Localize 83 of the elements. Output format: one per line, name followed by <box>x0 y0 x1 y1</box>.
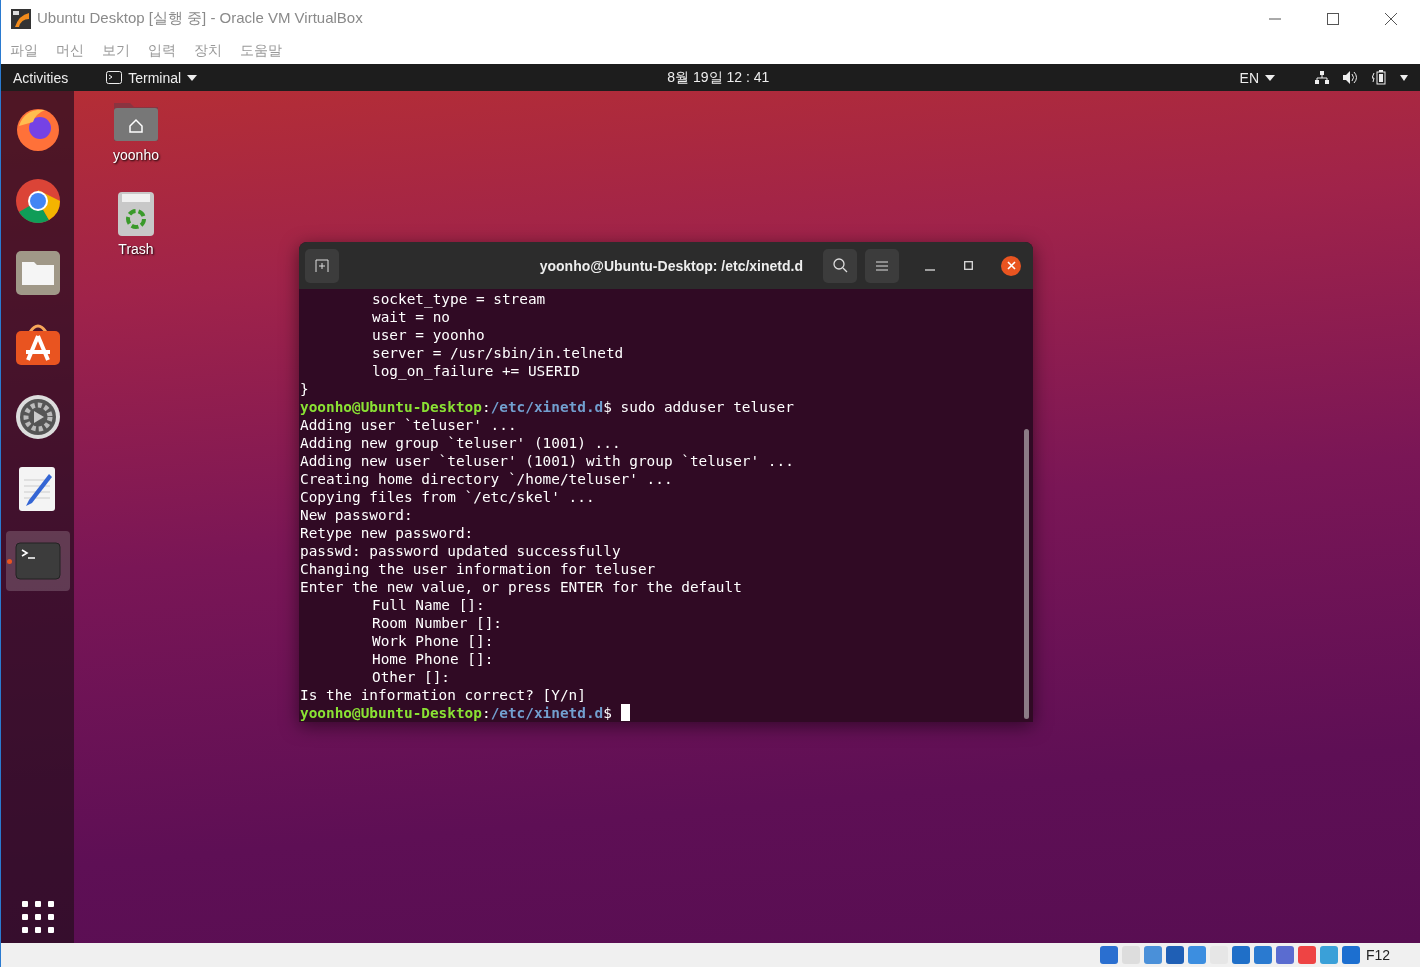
terminal-output-line: New password: <box>300 506 413 524</box>
desktop-icon-label[interactable]: yoonho <box>113 147 159 163</box>
menu-icon <box>876 260 888 271</box>
prompt-path: /etc/xinetd.d <box>490 704 604 722</box>
terminal-output-line: } <box>300 380 309 398</box>
notepad-pencil-icon <box>17 466 58 512</box>
terminal-output-line: Is the information correct? [Y/n] <box>300 686 586 704</box>
prompt-user-host: yoonho@Ubuntu-Desktop <box>300 398 482 416</box>
prompt-colon: : <box>481 398 491 416</box>
terminal-icon <box>106 71 123 84</box>
text-cursor <box>620 704 630 721</box>
running-indicator <box>6 559 12 564</box>
fox-globe-icon <box>14 106 61 152</box>
show-applications-button[interactable] <box>21 901 54 933</box>
window-title: Ubuntu Desktop [실행 중] - Oracle VM VirtualBox <box>37 9 364 28</box>
caret-icon <box>187 74 198 81</box>
terminal-output-line: socket_type = stream <box>372 290 546 308</box>
status-indicator-icon[interactable] <box>1187 946 1206 964</box>
terminal-output-line: log_on_failure += USERID <box>372 362 580 380</box>
terminal-output-line: Creating home directory `/home/teluser' ... <box>300 470 673 488</box>
prompt-command: sudo adduser teluser <box>620 398 794 416</box>
status-indicator-icon[interactable] <box>1165 946 1184 964</box>
clock[interactable]: 8월 19일 12 : 41 <box>209 68 1228 87</box>
app-logo-icon <box>11 8 31 29</box>
terminal-output-line: Changing the user information for teluser <box>300 560 656 578</box>
status-indicator-icon[interactable] <box>1341 946 1360 964</box>
status-indicator-icon[interactable] <box>1297 946 1316 964</box>
minimize-icon <box>1269 17 1281 20</box>
prompt-sign: $ <box>603 398 612 416</box>
terminal-output-line: Retype new password: <box>300 524 474 542</box>
app-menu-button[interactable]: Terminal <box>94 64 210 91</box>
close-icon <box>1006 261 1016 270</box>
host-key-label: F12 <box>1365 947 1390 963</box>
status-indicator-icon[interactable] <box>1099 946 1118 964</box>
search-icon <box>832 258 848 273</box>
terminal-icon <box>14 542 61 580</box>
terminal-output-line: Enter the new value, or press ENTER for the default <box>300 578 742 596</box>
prompt-sign: $ <box>603 704 612 722</box>
terminal-output-line: Room Number []: <box>372 614 502 632</box>
terminal-output-line: Adding user `teluser' ... <box>300 416 517 434</box>
recycle-bin-icon <box>117 191 155 237</box>
activities-button[interactable]: Activities <box>1 64 81 91</box>
terminal-output-line: Adding new group `teluser' (1001) ... <box>300 434 621 452</box>
shopping-bag-icon <box>14 322 61 368</box>
status-indicator-icon[interactable] <box>1143 946 1162 964</box>
search-button[interactable] <box>823 248 857 283</box>
close-icon <box>1385 12 1397 25</box>
minimize-icon <box>925 268 935 271</box>
caret-icon <box>1400 74 1408 81</box>
prompt-path: /etc/xinetd.d <box>490 398 604 416</box>
folder-icon <box>14 250 61 296</box>
browser-wheel-icon <box>14 178 61 224</box>
close-button[interactable] <box>1001 255 1021 276</box>
volume-icon <box>1343 71 1358 84</box>
menu-button[interactable] <box>865 248 899 283</box>
terminal-output-line: passwd: password updated successfully <box>300 542 621 560</box>
terminal-output-line: Other []: <box>372 668 450 686</box>
new-tab-button[interactable] <box>305 248 339 283</box>
terminal-output-line: Work Phone []: <box>372 632 494 650</box>
terminal-output-line: server = /usr/sbin/in.telnetd <box>372 344 624 362</box>
battery-icon <box>1372 70 1386 85</box>
desktop-icon-label[interactable]: Trash <box>118 241 154 257</box>
status-indicator-icon[interactable] <box>1253 946 1272 964</box>
terminal-title: yoonho@Ubuntu-Desktop: /etc/xinetd.d <box>538 257 804 274</box>
prompt-colon: : <box>481 704 491 722</box>
maximize-icon <box>1327 12 1339 25</box>
status-indicator-icon[interactable] <box>1231 946 1250 964</box>
status-indicator-icon[interactable] <box>1319 946 1338 964</box>
terminal-output-line: wait = no <box>372 308 450 326</box>
terminal-output-line: Full Name []: <box>372 596 485 614</box>
terminal-output-line: Home Phone []: <box>372 650 494 668</box>
terminal-output-line: Copying files from `/etc/skel' ... <box>300 488 595 506</box>
terminal-output-line: user = yoonho <box>372 326 485 344</box>
status-indicator-icon[interactable] <box>1275 946 1294 964</box>
terminal-output-line: Adding new user `teluser' (1001) with group `teluser' ... <box>300 452 794 470</box>
language-button[interactable]: EN <box>1227 64 1287 91</box>
maximize-icon <box>963 261 973 270</box>
network-icon <box>1315 71 1329 84</box>
gear-icon <box>14 394 61 440</box>
caret-icon <box>1265 74 1275 81</box>
new-tab-icon <box>315 259 329 272</box>
prompt-user-host: yoonho@Ubuntu-Desktop <box>300 704 482 722</box>
scrollbar[interactable] <box>1024 429 1029 719</box>
